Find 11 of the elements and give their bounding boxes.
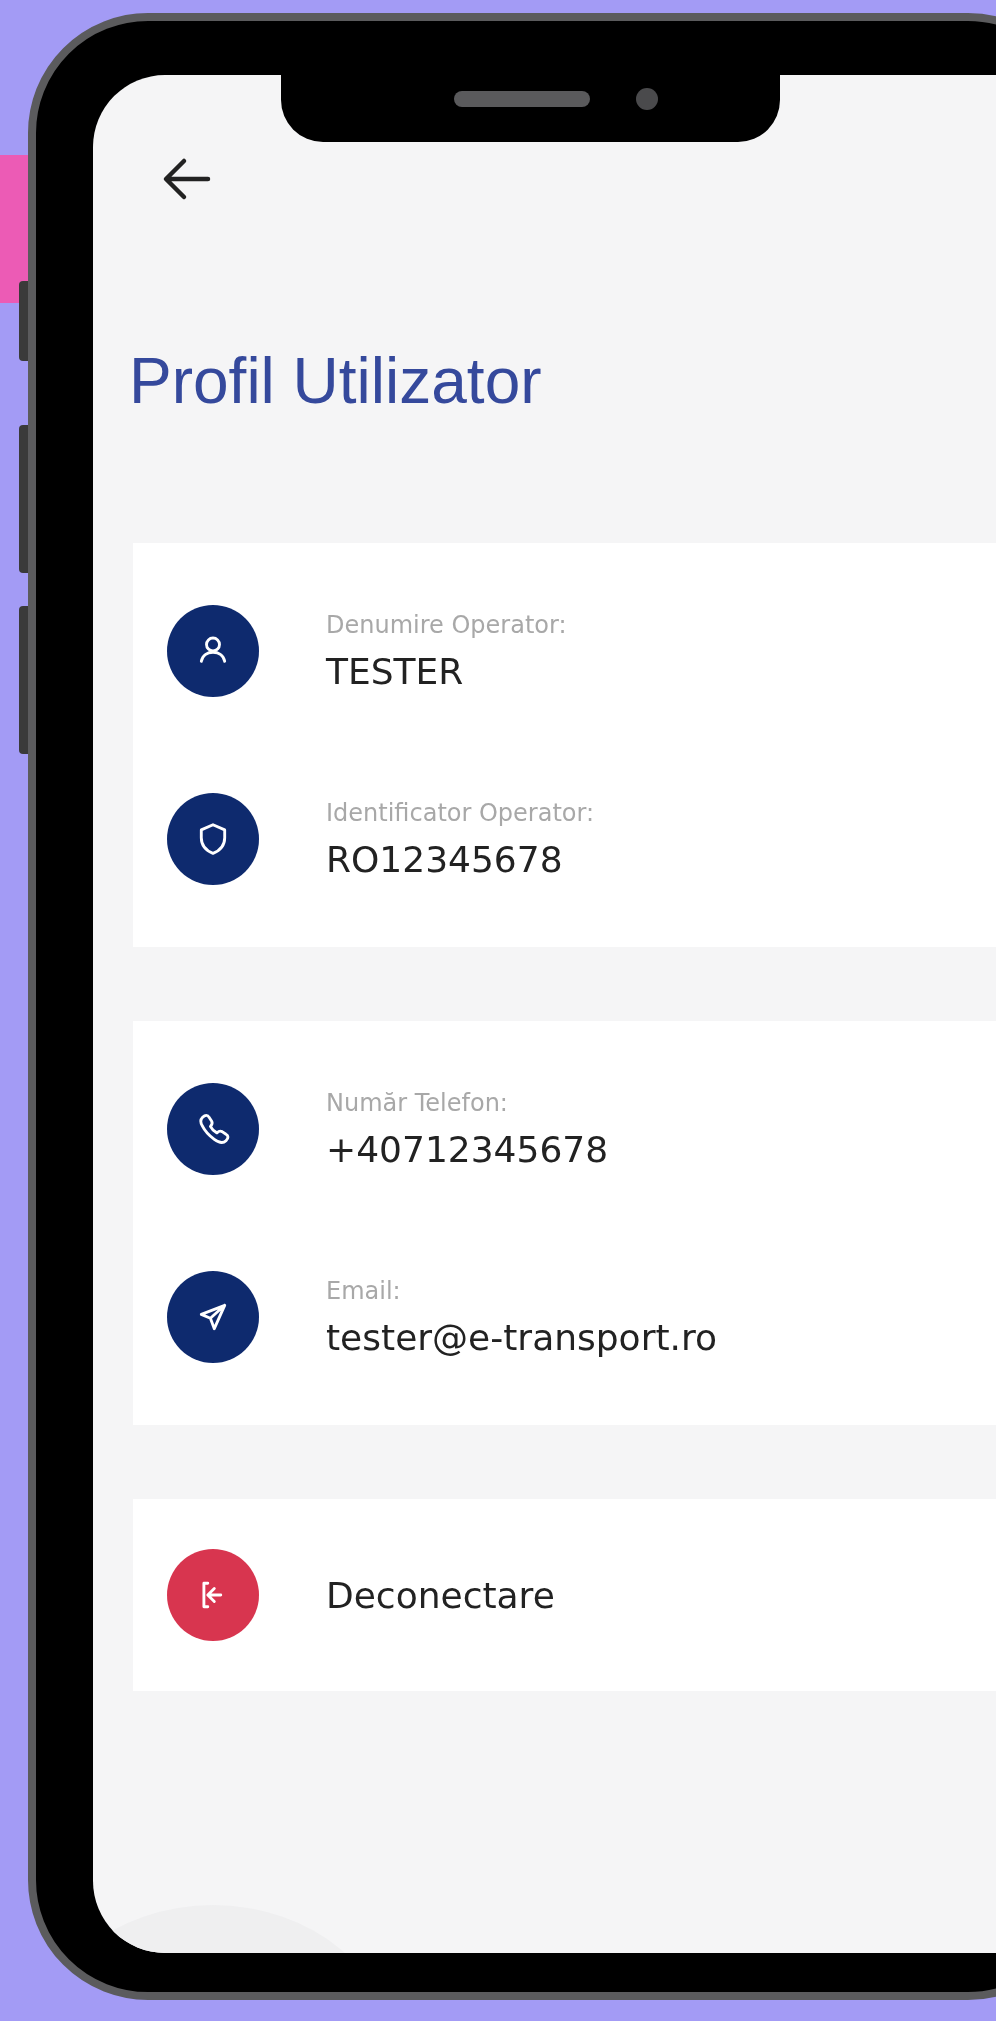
field-label: Identificator Operator: (326, 798, 595, 827)
camera-dot (636, 88, 658, 110)
field-value: RO12345678 (326, 838, 564, 880)
field-value: TESTER (326, 650, 465, 692)
field-label: Denumire Operator: (326, 610, 567, 639)
page-title: Profil Utilizator (129, 349, 543, 413)
field-value: tester@e-transport.ro (326, 1316, 718, 1358)
field-label: Număr Telefon: (326, 1088, 509, 1117)
field-value: +40712345678 (326, 1128, 609, 1170)
logout-button[interactable]: Deconectare (326, 1574, 555, 1616)
field-label: Email: (326, 1276, 402, 1305)
